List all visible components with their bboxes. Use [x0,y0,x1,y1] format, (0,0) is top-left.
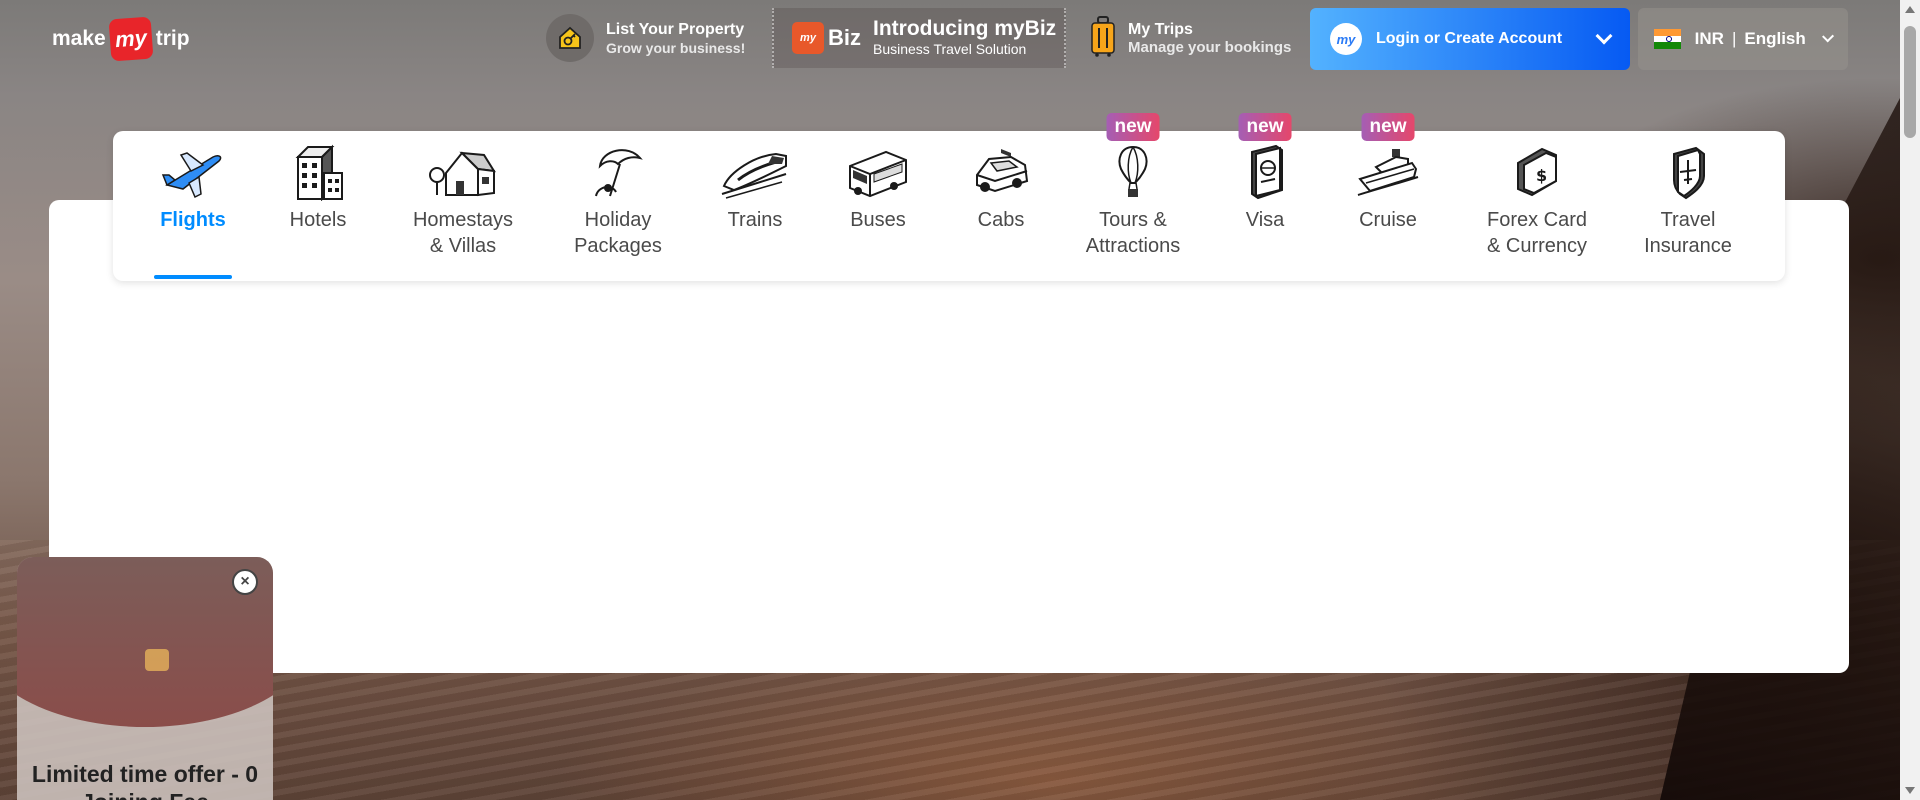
nav-item-hotels[interactable]: Hotels [278,131,358,281]
nav-item-visa[interactable]: new Visa [1225,113,1305,281]
homestay-icon [427,139,499,205]
currency-language-selector[interactable]: INR | English [1638,8,1848,70]
scroll-down-arrow-icon[interactable] [1905,787,1915,794]
top-header: make my trip List Your Property Grow you… [0,0,1900,78]
nav-label-travel-insurance: Travel Insurance [1644,209,1732,257]
mybiz-subtitle: Business Travel Solution [873,41,1027,57]
logo-my: my [108,16,154,62]
scroll-up-arrow-icon[interactable] [1905,6,1915,13]
suitcase-icon [1090,15,1116,62]
property-key-icon [546,14,594,62]
mybiz-logo-text: Biz [828,25,861,50]
nav-label-flights: Flights [160,209,226,231]
balloon-icon [1097,139,1169,205]
nav-label-forex: Forex Card & Currency [1486,209,1588,257]
india-flag-icon [1654,29,1681,50]
login-create-account-button[interactable]: my Login or Create Account [1310,8,1630,70]
nav-item-flights[interactable]: Flights [153,131,233,281]
my-trips-subtitle: Manage your bookings [1128,38,1292,56]
nav-label-cabs: Cabs [977,209,1025,231]
offer-text-line2: Joining Fee [17,788,273,800]
forex-card-icon: $ [1501,139,1573,205]
nav-item-travel-insurance[interactable]: Travel Insurance [1628,131,1748,281]
nav-item-buses[interactable]: Buses [828,131,928,281]
scrollbar-thumb[interactable] [1904,26,1916,138]
insurance-shield-icon [1652,139,1724,205]
page-scrollbar[interactable] [1900,0,1920,800]
locale-separator: | [1731,29,1737,48]
new-badge: new [1106,113,1160,141]
mybiz-link[interactable]: my Biz Introducing myBiz Business Travel… [772,8,1066,68]
nav-item-homestays[interactable]: Homestays & Villas [393,131,533,281]
nav-item-trains[interactable]: Trains [705,131,805,281]
nav-label-buses: Buses [850,209,906,231]
cruise-icon [1352,139,1424,205]
nav-item-holiday-packages[interactable]: Holiday Packages [553,131,683,281]
nav-item-cabs[interactable]: Cabs [951,131,1051,281]
nav-item-tours-attractions[interactable]: new Tours & Attractions [1073,113,1193,281]
nav-label-trains: Trains [727,209,783,231]
list-property-subtitle: Grow your business! [606,39,746,56]
bus-icon [842,139,914,205]
mybiz-title: Introducing myBiz [873,17,1057,40]
mybiz-bag-icon: my [792,22,824,54]
currency-value: INR [1694,29,1724,48]
nav-label-visa: Visa [1245,209,1285,231]
chevron-down-icon [1821,29,1834,43]
user-avatar-icon: my [1330,23,1362,55]
holiday-icon [582,139,654,205]
hotel-icon [282,139,354,205]
offer-text: Limited time offer - 0 Joining Fee [17,760,273,800]
close-icon[interactable]: × [232,569,258,595]
svg-text:$: $ [1536,166,1547,185]
makemytrip-logo[interactable]: make my trip [52,16,190,62]
nav-label-holiday-packages: Holiday Packages [574,209,662,257]
logo-trip: trip [155,27,190,50]
language-value: English [1744,29,1806,48]
login-label: Login or Create Account [1376,30,1563,47]
cab-icon [965,139,1037,205]
logo-make: make [52,27,106,50]
new-badge: new [1361,113,1415,141]
my-trips-title: My Trips [1128,20,1193,38]
nav-label-tours-attractions: Tours & Attractions [1085,209,1181,257]
train-icon [719,139,791,205]
nav-label-cruise: Cruise [1359,209,1417,231]
nav-item-forex[interactable]: $ Forex Card & Currency [1472,131,1602,281]
new-badge: new [1238,113,1292,141]
flight-icon [157,139,229,205]
passport-icon [1229,139,1301,205]
nav-item-cruise[interactable]: new Cruise [1343,113,1433,281]
lob-nav-bar: Flights Hotels Homestays & Villas Holida… [113,113,1785,281]
list-property-title: List Your Property [606,20,745,38]
nav-label-hotels: Hotels [289,209,347,231]
list-property-link[interactable]: List Your Property Grow your business! [546,8,745,68]
mybiz-logo: my Biz [792,22,861,54]
limited-offer-popup[interactable]: × Limited time offer - 0 Joining Fee [17,557,273,800]
my-trips-link[interactable]: My Trips Manage your bookings [1090,8,1291,68]
offer-text-line1: Limited time offer - 0 [31,761,259,787]
nav-label-homestays: Homestays & Villas [412,209,514,257]
chevron-down-icon [1595,27,1613,45]
